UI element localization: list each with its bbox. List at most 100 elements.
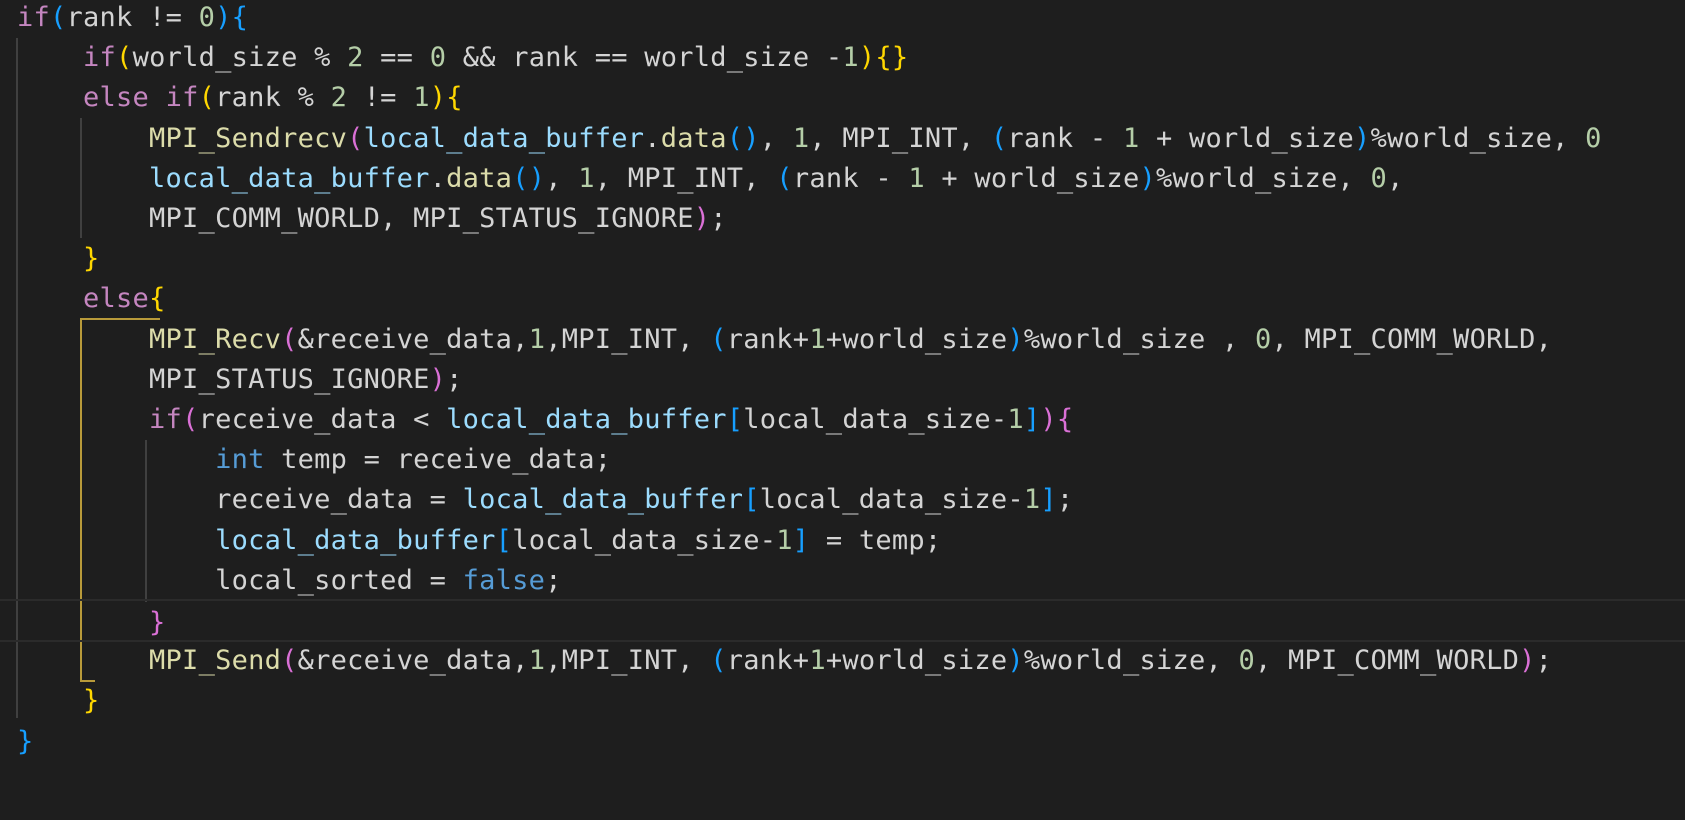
code-token-txt: +world_size: [825, 323, 1008, 355]
code-line[interactable]: int temp = receive_data;: [0, 438, 1685, 481]
code-token-br3: ): [1007, 645, 1024, 677]
code-line[interactable]: local_data_buffer[local_data_size-1] = t…: [0, 519, 1685, 562]
code-token-txt: , MPI_COMM_WORLD,: [1271, 323, 1553, 355]
code-token-num: 1: [809, 645, 826, 677]
code-token-fn: data: [660, 122, 727, 154]
code-token-txt: rank %: [215, 82, 331, 114]
code-token-br3: ]: [1023, 404, 1041, 435]
code-token-num: 0: [1238, 645, 1255, 677]
code-token-num: 1: [1122, 122, 1140, 154]
code-line[interactable]: if(world_size % 2 == 0 && rank == world_…: [0, 36, 1685, 79]
code-token-br3: [: [743, 484, 760, 516]
code-token-txt: + world_size: [924, 162, 1140, 194]
code-token-br3: ): [1007, 323, 1024, 355]
code-token-br3: {: [231, 2, 249, 33]
code-token-num: 1: [908, 162, 925, 194]
code-line[interactable]: }: [0, 237, 1685, 280]
code-line[interactable]: if(receive_data < local_data_buffer[loca…: [0, 398, 1685, 441]
code-token-br2: (: [281, 645, 298, 677]
code-line[interactable]: MPI_STATUS_IGNORE);: [0, 358, 1685, 401]
code-token-br3: ): [1354, 122, 1371, 154]
code-token-txt: ,: [545, 162, 579, 194]
code-token-txt: world_size %: [132, 42, 348, 74]
code-line[interactable]: }: [0, 599, 1685, 642]
code-line[interactable]: local_data_buffer.data(), 1, MPI_INT, (r…: [0, 157, 1685, 200]
code-token-kw: else: [83, 82, 150, 114]
code-token-var: local_data_buffer: [446, 404, 727, 435]
code-token-txt: +world_size: [825, 645, 1008, 677]
code-token-ty: false: [462, 564, 546, 596]
code-line[interactable]: MPI_COMM_WORLD, MPI_STATUS_IGNORE);: [0, 197, 1685, 240]
code-token-br2: ): [1519, 645, 1536, 677]
code-token-txt: , MPI_COMM_WORLD: [1255, 645, 1520, 677]
code-line[interactable]: MPI_Recv(&receive_data,1,MPI_INT, (rank+…: [0, 318, 1685, 361]
code-token-br3: (: [990, 122, 1008, 154]
code-token-br3: (: [710, 645, 727, 677]
code-token-txt: .: [644, 122, 661, 154]
code-token-br2: ): [693, 203, 711, 234]
code-token-num: 2: [330, 82, 348, 114]
code-line[interactable]: MPI_Send(&receive_data,1,MPI_INT, (rank+…: [0, 639, 1685, 682]
code-token-txt: &receive_data,: [297, 645, 529, 677]
code-token-num: 1: [1007, 404, 1024, 435]
code-token-txt: local_data_size-: [759, 484, 1024, 516]
code-line[interactable]: else if(rank % 2 != 1){: [0, 76, 1685, 119]
code-token-num: 0: [1585, 122, 1602, 154]
code-token-txt: ;: [545, 564, 562, 596]
code-token-br3: ]: [1040, 484, 1057, 516]
code-line[interactable]: else{: [0, 277, 1685, 320]
code-token-txt: MPI_STATUS_IGNORE: [17, 363, 430, 395]
code-line[interactable]: MPI_Sendrecv(local_data_buffer.data(), 1…: [0, 117, 1685, 160]
code-token-num: 1: [578, 162, 595, 194]
code-token-br2: ): [1040, 404, 1057, 435]
code-line[interactable]: local_sorted = false;: [0, 559, 1685, 602]
code-token-var: local_data_buffer: [363, 122, 645, 154]
code-token-txt: ;: [446, 363, 463, 395]
code-token-num: 0: [1370, 162, 1388, 194]
code-token-txt: local_data_size-: [512, 524, 777, 556]
code-token-txt: ;: [1056, 484, 1074, 516]
code-token-br3: [: [726, 404, 744, 435]
code-token-txt: , MPI_INT,: [809, 122, 991, 154]
code-line[interactable]: }: [0, 720, 1685, 763]
code-token-br1: }: [83, 685, 100, 717]
code-token-fn: data: [446, 162, 513, 194]
code-editor[interactable]: if(rank != 0){ if(world_size % 2 == 0 &&…: [0, 0, 1685, 820]
code-token-txt: rank+: [726, 645, 810, 677]
code-token-fn: MPI_Sendrecv: [149, 122, 348, 154]
code-token-br1: }: [83, 243, 100, 275]
code-token-br2: (: [281, 323, 298, 355]
code-token-ty: int: [215, 444, 265, 476]
code-token-txt: receive_data <: [198, 404, 447, 435]
code-line[interactable]: }: [0, 679, 1685, 722]
code-line[interactable]: if(rank != 0){: [0, 0, 1685, 39]
code-token-num: 0: [1254, 323, 1272, 355]
code-token-txt: %world_size,: [1023, 645, 1239, 677]
code-token-fn: MPI_Recv: [149, 323, 282, 355]
code-token-num: 1: [792, 122, 810, 154]
code-token-br2: {: [1056, 404, 1074, 435]
code-token-br1: {: [149, 283, 166, 315]
code-token-txt: ==: [363, 42, 430, 74]
code-token-txt: rank+: [726, 323, 810, 355]
code-token-txt: %world_size,: [1155, 162, 1371, 194]
code-token-txt: receive_data =: [17, 484, 463, 516]
code-token-br1: (: [116, 42, 133, 74]
code-token-txt: local_sorted =: [17, 564, 463, 596]
code-token-txt: MPI_COMM_WORLD, MPI_STATUS_IGNORE: [17, 203, 694, 234]
code-token-num: 0: [198, 2, 216, 33]
code-line[interactable]: receive_data = local_data_buffer[local_d…: [0, 478, 1685, 521]
code-token-txt: = temp;: [809, 524, 942, 556]
code-token-num: 0: [429, 42, 447, 74]
code-token-num: 1: [528, 323, 546, 355]
